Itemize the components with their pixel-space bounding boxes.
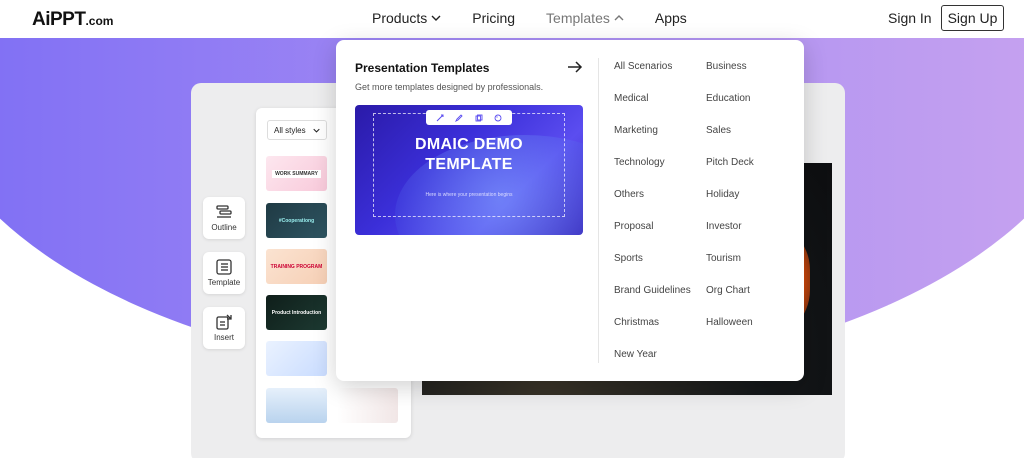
logo-suffix: .com: [85, 14, 114, 28]
outline-icon: [216, 205, 232, 218]
templates-dropdown: Presentation Templates Get more template…: [336, 40, 804, 381]
template-thumbnail[interactable]: TRAINING PROGRAM: [266, 249, 327, 284]
magic-icon: [436, 114, 444, 121]
category-link[interactable]: New Year: [614, 349, 657, 360]
template-thumbnail[interactable]: Product Introduction: [266, 295, 327, 330]
category-link[interactable]: Sports: [614, 253, 643, 264]
copy-icon: [475, 114, 483, 121]
template-tool-label: Template: [207, 278, 241, 287]
category-link[interactable]: Proposal: [614, 221, 653, 232]
dropdown-title[interactable]: Presentation Templates: [355, 61, 489, 75]
nav-products-label: Products: [372, 10, 428, 26]
style-filter-label: All styles: [274, 125, 306, 135]
category-link[interactable]: Marketing: [614, 125, 658, 136]
chevron-up-icon: [614, 15, 624, 21]
thumbnail-label: Product Introduction: [271, 309, 322, 316]
nav-pricing[interactable]: Pricing: [472, 10, 515, 26]
template-thumbnail[interactable]: WORK SUMMARY: [266, 156, 327, 191]
preview-headline: DMAIC DEMO TEMPLATE: [355, 135, 583, 175]
nav-templates-label: Templates: [546, 10, 610, 26]
category-link[interactable]: All Scenarios: [614, 61, 672, 72]
nav-products[interactable]: Products: [372, 10, 441, 26]
preview-headline-line-1: DMAIC DEMO: [415, 136, 523, 153]
category-link[interactable]: Medical: [614, 93, 648, 104]
category-link[interactable]: Org Chart: [706, 285, 750, 296]
template-thumbnail[interactable]: [337, 388, 398, 423]
insert-tool-button[interactable]: Insert: [203, 307, 245, 349]
nav-apps[interactable]: Apps: [655, 10, 687, 26]
dropdown-subtitle: Get more templates designed by professio…: [355, 82, 544, 92]
outline-tool-button[interactable]: Outline: [203, 197, 245, 239]
category-link[interactable]: Halloween: [706, 317, 753, 328]
category-link[interactable]: Christmas: [614, 317, 659, 328]
template-thumbnail[interactable]: [266, 341, 327, 376]
template-icon: [216, 259, 232, 275]
featured-template-preview[interactable]: DMAIC DEMO TEMPLATE Here is where your p…: [355, 105, 583, 235]
insert-icon: [216, 314, 232, 330]
category-link[interactable]: Holiday: [706, 189, 739, 200]
logo-text: AiPPT: [32, 9, 86, 30]
category-link[interactable]: Others: [614, 189, 644, 200]
category-link[interactable]: Education: [706, 93, 750, 104]
sign-in-link[interactable]: Sign In: [888, 10, 932, 26]
chevron-down-icon: [431, 15, 441, 21]
category-link[interactable]: Technology: [614, 157, 665, 168]
category-link[interactable]: Investor: [706, 221, 742, 232]
insert-tool-label: Insert: [213, 333, 234, 342]
outline-tool-label: Outline: [211, 223, 237, 232]
site-header: AiPPT.com Products Pricing Templates App…: [0, 0, 1024, 38]
nav-pricing-label: Pricing: [472, 10, 516, 26]
palette-icon: [494, 114, 502, 121]
arrow-right-icon[interactable]: [567, 60, 583, 74]
pen-icon: [455, 113, 463, 122]
category-link[interactable]: Business: [706, 61, 747, 72]
sign-up-button[interactable]: Sign Up: [941, 5, 1004, 31]
nav-apps-label: Apps: [654, 10, 687, 26]
main-nav: Products Pricing Templates Apps: [372, 10, 718, 26]
preview-tagline: Here is where your presentation begins: [425, 192, 513, 198]
category-link[interactable]: Brand Guidelines: [614, 285, 691, 296]
template-thumbnail[interactable]: #Cooperationg: [266, 203, 327, 238]
thumbnail-label: TRAINING PROGRAM: [270, 263, 323, 270]
preview-toolbar: [426, 110, 512, 125]
template-tool-button[interactable]: Template: [203, 252, 245, 294]
dropdown-divider: [598, 58, 599, 363]
nav-templates[interactable]: Templates: [546, 10, 624, 26]
category-link[interactable]: Sales: [706, 125, 731, 136]
thumbnail-label: #Cooperationg: [278, 217, 315, 224]
logo[interactable]: AiPPT.com: [32, 9, 113, 31]
chevron-down-icon: [313, 128, 320, 133]
preview-headline-line-2: TEMPLATE: [425, 156, 513, 173]
category-link[interactable]: Tourism: [706, 253, 741, 264]
template-thumbnail[interactable]: [266, 388, 327, 423]
style-filter-select[interactable]: All styles: [267, 120, 327, 140]
category-link[interactable]: Pitch Deck: [706, 157, 754, 168]
thumbnail-label: WORK SUMMARY: [272, 169, 321, 178]
